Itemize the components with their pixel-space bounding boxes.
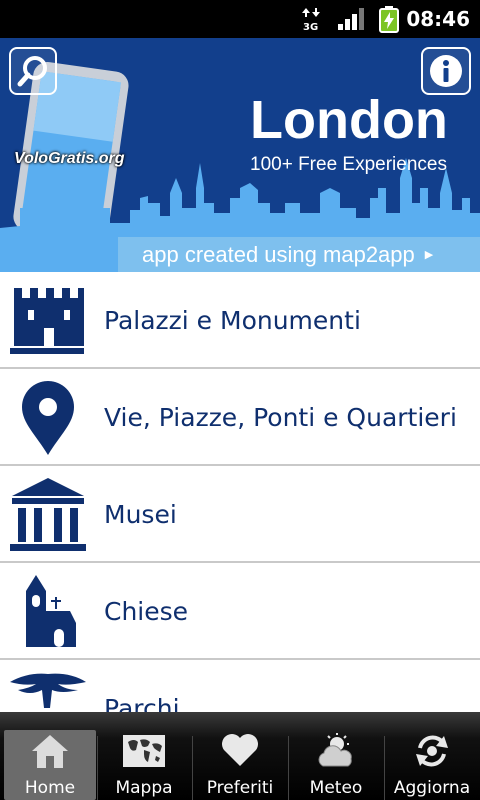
tab-home[interactable]: Home — [4, 730, 96, 800]
status-bar: 3G 08:46 — [0, 0, 480, 38]
tab-divider — [384, 736, 385, 800]
signal-strength-icon — [336, 0, 366, 38]
list-item-label: Vie, Piazze, Ponti e Quartieri — [104, 403, 457, 432]
home-icon — [32, 735, 68, 768]
list-item-label: Chiese — [104, 597, 189, 626]
tab-meteo[interactable]: Meteo — [290, 730, 382, 800]
tab-mappa[interactable]: Mappa — [98, 730, 190, 800]
museum-icon — [10, 478, 86, 551]
tab-aggiorna[interactable]: Aggiorna — [386, 730, 478, 800]
page-subtitle: 100+ Free Experiences — [250, 154, 447, 175]
info-icon — [430, 55, 462, 87]
list-item-label: Musei — [104, 500, 177, 529]
list-item-vie[interactable]: Vie, Piazze, Ponti e Quartieri — [0, 369, 480, 466]
network-label: 3G — [303, 22, 318, 32]
bottom-tab-bar: Home Mappa Preferiti Meteo Aggiorna — [0, 712, 480, 800]
tab-divider — [288, 736, 289, 800]
chevron-right-icon: ▶ — [424, 248, 434, 261]
clock: 08:46 — [406, 7, 470, 31]
tab-label: Preferiti — [206, 778, 274, 798]
tab-preferiti[interactable]: Preferiti — [194, 730, 286, 800]
weather-icon — [318, 733, 352, 767]
tab-label: Home — [24, 778, 76, 798]
tab-label: Mappa — [115, 778, 173, 798]
search-button[interactable] — [9, 47, 57, 95]
tab-label: Aggiorna — [393, 778, 471, 798]
tab-divider — [192, 736, 193, 800]
map-pin-icon — [22, 381, 74, 455]
refresh-icon — [416, 735, 448, 767]
world-map-icon — [123, 735, 165, 767]
list-item-musei[interactable]: Musei — [0, 466, 480, 563]
network-3g-icon: 3G — [300, 0, 326, 38]
heart-icon — [222, 734, 258, 766]
credit-text: app created using map2app — [142, 241, 415, 267]
list-item-chiese[interactable]: Chiese — [0, 563, 480, 660]
search-icon — [17, 56, 47, 87]
brand-logo-text: VoloGratis.org — [14, 150, 125, 167]
battery-charging-icon — [378, 0, 400, 38]
list-item-label: Palazzi e Monumenti — [104, 306, 361, 335]
page-title: London — [250, 90, 448, 150]
list-item-palazzi[interactable]: Palazzi e Monumenti — [0, 272, 480, 369]
tab-label: Meteo — [309, 778, 363, 798]
church-icon — [26, 575, 76, 647]
map2app-credit-link[interactable]: app created using map2app ▶ — [118, 237, 480, 272]
info-button[interactable] — [421, 47, 471, 95]
castle-icon — [10, 288, 84, 354]
